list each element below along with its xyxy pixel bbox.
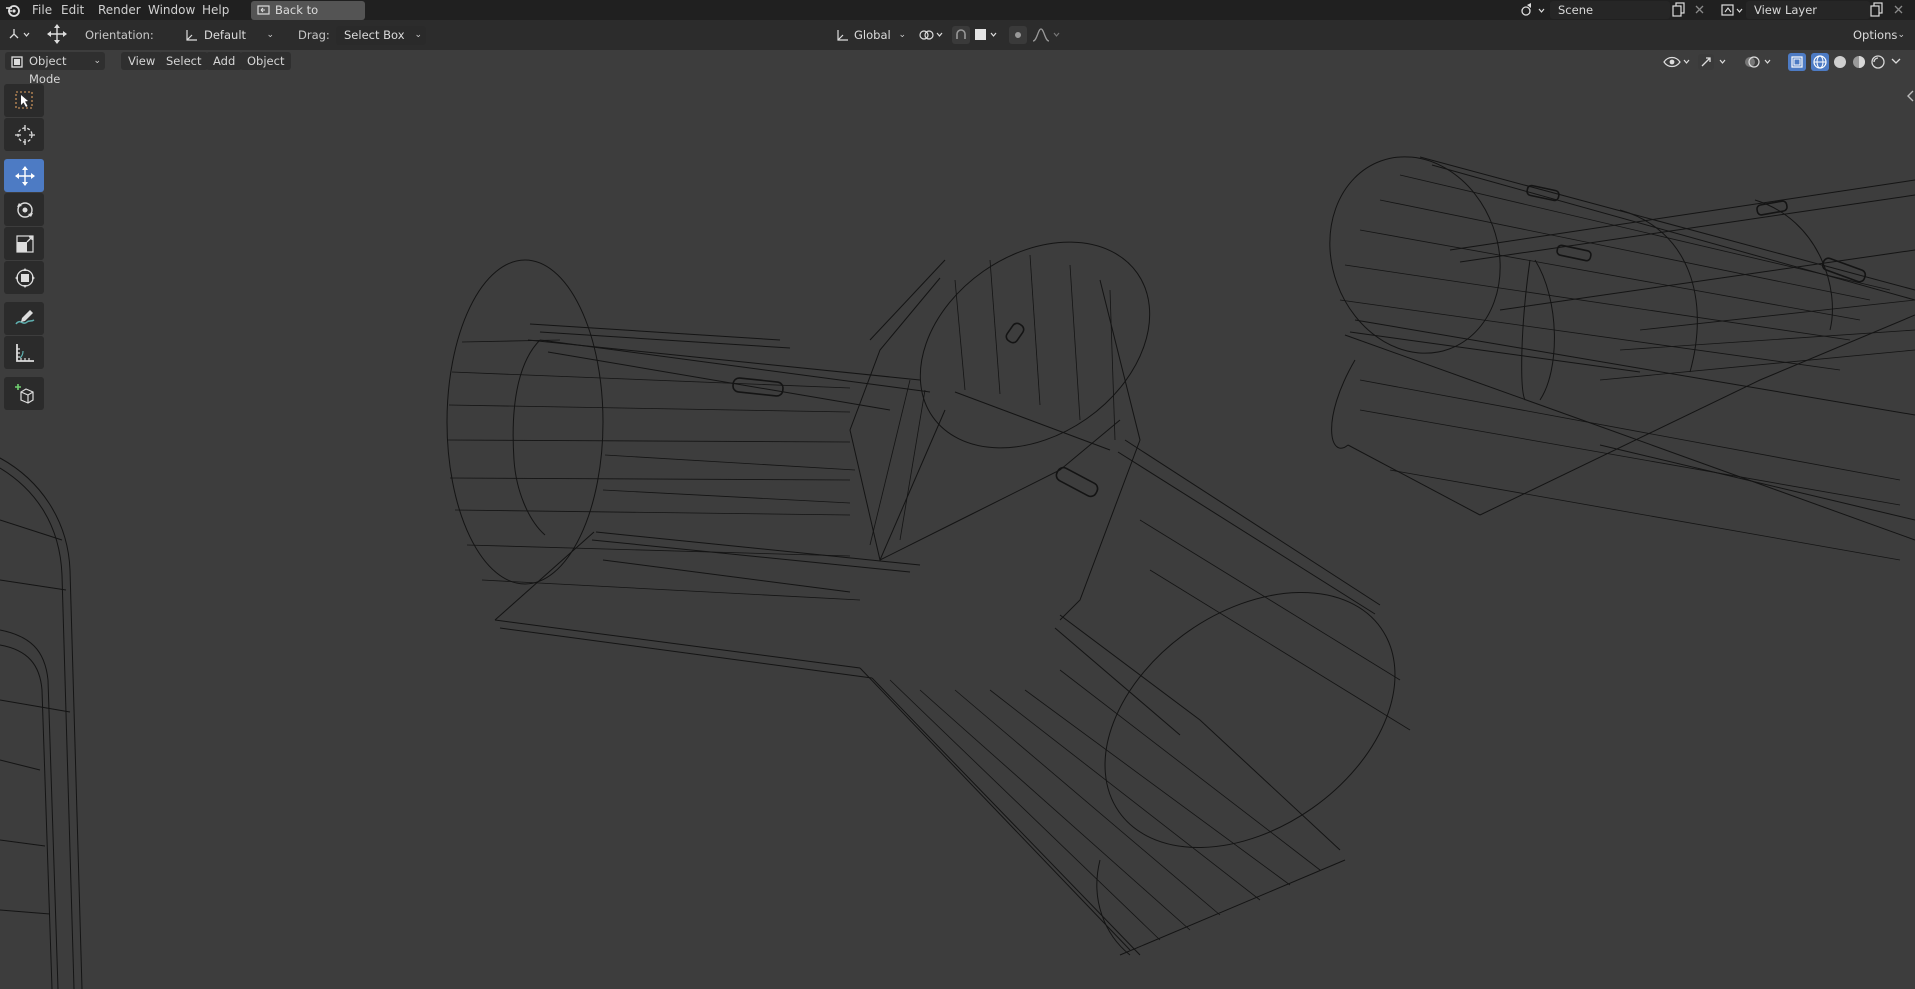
gizmo-toggle-icon[interactable] — [1697, 54, 1731, 73]
menu-edit[interactable]: Edit — [61, 0, 84, 20]
tool-rotate[interactable] — [4, 193, 44, 226]
tool-move[interactable] — [4, 159, 44, 192]
chevron-down-icon: ⌄ — [1897, 30, 1905, 40]
transform-orientation-value: Global — [854, 28, 891, 42]
tool-type-icon[interactable] — [8, 26, 34, 45]
tool-transform[interactable] — [4, 261, 44, 294]
move-icon — [15, 166, 35, 186]
visibility-eye-icon[interactable] — [1662, 54, 1692, 73]
viewport-header: Object Mode ⌄ View Select Add Object — [0, 50, 1915, 86]
view-layer-name-field[interactable]: View Layer — [1746, 1, 1870, 19]
pivot-point-icon[interactable] — [918, 27, 946, 46]
shading-options-chevron-icon[interactable] — [1890, 54, 1902, 71]
menu-window[interactable]: Window — [148, 0, 195, 20]
options-dropdown[interactable]: Options ⌄ — [1845, 26, 1909, 45]
annotate-icon — [15, 310, 35, 325]
menu-object[interactable]: Object — [240, 52, 292, 70]
tool-add-cube[interactable] — [4, 377, 44, 410]
scale-icon — [16, 235, 34, 253]
orientation-dropdown[interactable]: Default ⌄ — [178, 26, 278, 45]
back-to-previous-button[interactable]: Back to Previous — [251, 1, 365, 36]
select-box-icon — [15, 91, 33, 109]
orientation-label: Orientation: — [85, 28, 154, 42]
snap-target-icon[interactable] — [973, 27, 1001, 46]
drag-dropdown[interactable]: Select Box ⌄ — [336, 26, 426, 45]
chevron-down-icon: ⌄ — [93, 56, 101, 66]
tool-annotate[interactable] — [4, 302, 44, 335]
object-mode-icon — [11, 55, 23, 73]
blender-logo-icon[interactable] — [5, 2, 21, 21]
sidebar-toggle-icon[interactable] — [1906, 90, 1915, 105]
tool-settings-header: Orientation: Default ⌄ Drag: Select Box … — [0, 20, 1915, 50]
view-layer-selector-icon[interactable] — [1720, 2, 1746, 21]
menu-render[interactable]: Render — [98, 0, 141, 20]
snap-toggle-icon[interactable] — [952, 26, 970, 47]
menu-select[interactable]: Select — [159, 52, 209, 70]
tool-cursor[interactable] — [4, 118, 44, 151]
tool-measure[interactable] — [4, 336, 44, 369]
menu-add[interactable]: Add — [206, 52, 243, 70]
shading-solid-icon[interactable] — [1831, 53, 1849, 74]
drag-value: Select Box — [344, 28, 405, 42]
falloff-curve-icon[interactable] — [1032, 27, 1064, 46]
scene-selector-icon[interactable] — [1520, 2, 1546, 21]
delete-scene-icon[interactable] — [1694, 4, 1705, 18]
cylinder-a-end-cap — [446, 259, 604, 585]
menu-help[interactable]: Help — [202, 0, 229, 20]
xray-toggle-icon[interactable] — [1788, 53, 1806, 74]
measure-icon — [16, 344, 34, 362]
orientation-value: Default — [204, 28, 247, 42]
transform-orientation-dropdown[interactable]: Global ⌄ — [830, 26, 910, 45]
options-label: Options — [1853, 28, 1898, 42]
menu-file[interactable]: File — [32, 0, 52, 20]
shading-rendered-icon[interactable] — [1869, 53, 1887, 74]
shading-wireframe-icon[interactable] — [1811, 53, 1829, 74]
scene-name-field[interactable]: Scene — [1550, 1, 1670, 19]
tool-scale[interactable] — [4, 227, 44, 260]
shading-material-icon[interactable] — [1850, 53, 1868, 74]
tool-select-box[interactable] — [4, 84, 44, 117]
new-view-layer-icon[interactable] — [1870, 2, 1884, 20]
orientation-axes-icon — [184, 29, 198, 48]
rotate-icon — [17, 202, 33, 218]
cylinder-c-end-cap — [1104, 592, 1396, 848]
move-tool-icon[interactable] — [46, 23, 68, 48]
chevron-down-icon: ⌄ — [898, 30, 906, 40]
cursor-icon — [15, 125, 35, 145]
mode-dropdown[interactable]: Object Mode ⌄ — [5, 52, 105, 86]
add-cube-icon — [15, 384, 34, 404]
delete-view-layer-icon[interactable] — [1893, 4, 1904, 18]
menu-view[interactable]: View — [121, 52, 163, 70]
overlays-icon[interactable] — [1743, 54, 1777, 73]
top-bar: File Edit Render Window Help Back to Pre… — [0, 0, 1915, 36]
cylinder-b-end-cap — [919, 241, 1151, 449]
new-scene-icon[interactable] — [1672, 2, 1686, 20]
drag-label: Drag: — [298, 28, 330, 42]
chevron-down-icon: ⌄ — [414, 30, 422, 40]
global-axes-icon — [835, 29, 849, 48]
viewport-wireframe[interactable] — [0, 72, 1915, 989]
proportional-edit-icon[interactable] — [1009, 26, 1027, 47]
chevron-down-icon: ⌄ — [266, 30, 274, 40]
transform-icon — [15, 268, 35, 288]
